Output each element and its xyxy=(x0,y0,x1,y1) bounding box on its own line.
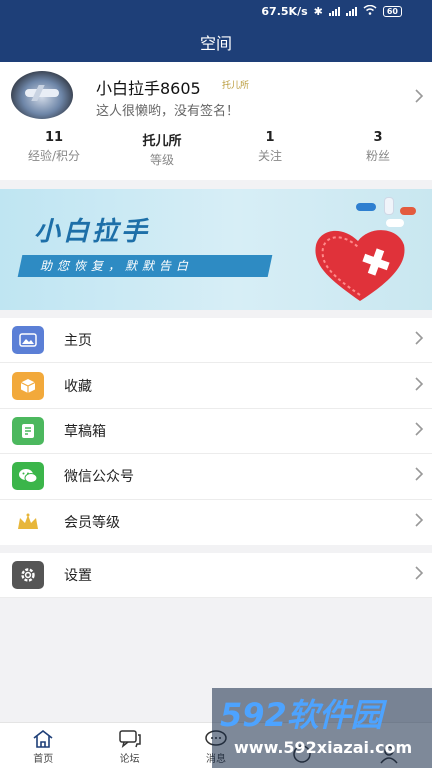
box-icon xyxy=(12,371,44,400)
chevron-right-icon xyxy=(414,565,424,585)
user-name: 小白拉手8605 xyxy=(96,79,201,98)
top-bar: 67.5K/s ✱ 60 空间 xyxy=(0,0,432,62)
watermark-url: www.592xiazai.com xyxy=(234,738,413,757)
wechat-icon xyxy=(12,462,44,491)
page-title: 空间 xyxy=(199,34,232,53)
promo-banner[interactable]: 小白拉手 助您恢复，默默告白 xyxy=(0,189,432,310)
gear-icon xyxy=(12,561,44,589)
heart-icon xyxy=(315,230,405,301)
chevron-right-icon xyxy=(414,330,424,350)
nav-forum[interactable]: 论坛 xyxy=(86,723,172,768)
stat-following[interactable]: 1 关注 xyxy=(216,130,324,168)
menu-item-wechat[interactable]: 微信公众号 xyxy=(0,454,432,500)
image-icon xyxy=(12,326,44,355)
menu-item-settings[interactable]: 设置 xyxy=(0,553,432,598)
banner-title: 小白拉手 xyxy=(34,217,151,247)
stat-followers[interactable]: 3 粉丝 xyxy=(324,130,432,168)
battery-icon: 60 xyxy=(382,5,402,17)
stats-row: 11 经验/积分 托儿所 等级 1 关注 3 粉丝 xyxy=(0,130,432,168)
stat-level[interactable]: 托儿所 等级 xyxy=(108,130,216,168)
bluetooth-icon: ✱ xyxy=(313,4,323,18)
chevron-right-icon xyxy=(414,88,424,108)
watermark-brand: 592软件园 xyxy=(220,696,383,734)
wifi-icon xyxy=(363,4,377,18)
network-speed: 67.5K/s xyxy=(261,4,308,18)
forum-icon xyxy=(118,730,141,748)
home-icon xyxy=(33,729,53,748)
status-bar: 67.5K/s ✱ 60 xyxy=(0,0,432,22)
menu-list: 主页 收藏 草稿箱 微信公众号 会员等级 xyxy=(0,318,432,545)
chevron-right-icon xyxy=(414,421,424,441)
banner-slogan: 助您恢复，默默告白 xyxy=(40,259,194,273)
stat-experience[interactable]: 11 经验/积分 xyxy=(0,130,108,168)
nav-home[interactable]: 首页 xyxy=(0,723,86,768)
user-level-tag: 托儿所 xyxy=(222,81,250,91)
profile-card[interactable]: 小白拉手8605 托儿所 这人很懒哟，没有签名！ 11 经验/积分 托儿所 等级… xyxy=(0,62,432,180)
crown-icon xyxy=(12,508,44,536)
chevron-right-icon xyxy=(414,376,424,396)
chevron-right-icon xyxy=(414,512,424,532)
menu-item-homepage[interactable]: 主页 xyxy=(0,318,432,364)
menu-item-drafts[interactable]: 草稿箱 xyxy=(0,409,432,455)
menu-item-favorites[interactable]: 收藏 xyxy=(0,363,432,409)
signal-icon xyxy=(328,6,340,16)
signal-icon-2 xyxy=(345,6,357,16)
user-signature: 这人很懒哟，没有签名！ xyxy=(96,104,240,119)
menu-item-membership[interactable]: 会员等级 xyxy=(0,500,432,545)
chevron-right-icon xyxy=(414,466,424,486)
draft-icon xyxy=(12,416,44,445)
watermark: 592软件园 www.592xiazai.com xyxy=(212,688,432,768)
avatar[interactable] xyxy=(11,71,73,119)
